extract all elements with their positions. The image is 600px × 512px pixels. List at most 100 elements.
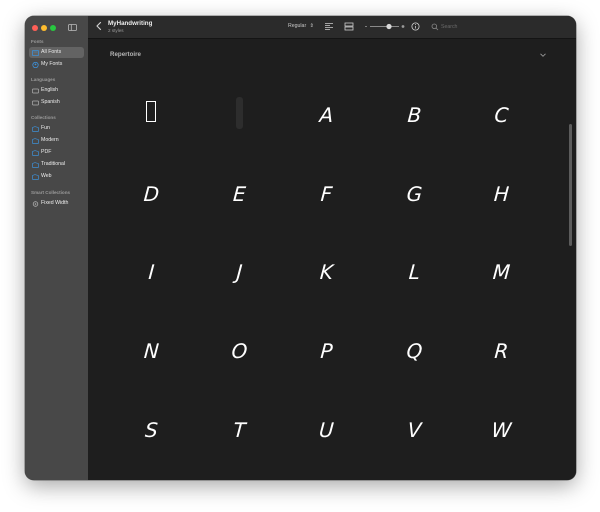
glyph-cell[interactable]: F: [283, 155, 370, 233]
minimize-window-button[interactable]: [41, 25, 47, 31]
sidebar-section-collections: Collections: [31, 115, 56, 120]
glyph-character: H: [493, 181, 511, 206]
font-book-window: Fonts All Fonts My Fonts Languages Engli…: [25, 16, 576, 480]
collection-icon: [32, 149, 39, 156]
toolbar: MyHandwriting 2 styles Regular ⇕: [88, 16, 576, 39]
space-glyph: [235, 97, 243, 129]
glyph-cell[interactable]: S: [108, 391, 195, 469]
glyph-cell[interactable]: A: [283, 76, 370, 154]
glyph-cell[interactable]: J: [196, 233, 283, 311]
keyboard-icon: [32, 100, 39, 105]
sidebar-item-fun[interactable]: Fun: [29, 123, 84, 134]
glyph-grid: A B C D E F G H I J K L M N O P Q R S T U V W: [108, 76, 568, 480]
grid-view-icon[interactable]: [344, 22, 354, 31]
glyph-cell[interactable]: T: [196, 391, 283, 469]
sidebar-item-fixed-width[interactable]: Fixed Width: [29, 198, 84, 209]
font-family-title: MyHandwriting: [108, 20, 153, 27]
keyboard-icon: [32, 88, 39, 93]
glyph-character: J: [235, 260, 243, 285]
collection-icon: [32, 125, 39, 132]
font-styles-count: 2 styles: [108, 28, 124, 33]
gear-icon: [32, 200, 39, 207]
main-content: MyHandwriting 2 styles Regular ⇕ Reperto…: [88, 16, 576, 480]
glyph-character: C: [494, 103, 510, 127]
sidebar-item-modern[interactable]: Modern: [29, 135, 84, 146]
glyph-cell[interactable]: U: [283, 391, 370, 469]
glyph-character: Q: [405, 339, 424, 364]
info-icon[interactable]: [411, 22, 420, 31]
style-select[interactable]: Regular ⇕: [288, 23, 314, 29]
sidebar-item-label: English: [41, 87, 59, 93]
collection-icon: [32, 173, 39, 180]
glyph-cell[interactable]: C: [458, 76, 545, 154]
glyph-character: B: [406, 103, 422, 127]
zoom-window-button[interactable]: [50, 25, 56, 31]
sidebar-section-smart-collections: Smart Collections: [31, 190, 71, 195]
sidebar-section-fonts: Fonts: [31, 39, 44, 44]
glyph-character: U: [318, 417, 335, 442]
sidebar-item-english[interactable]: English: [29, 85, 84, 96]
repertoire-section-title: Repertoire: [110, 51, 141, 58]
close-window-button[interactable]: [32, 25, 38, 31]
sidebar-item-label: My Fonts: [41, 61, 63, 67]
vertical-scrollbar[interactable]: [569, 124, 572, 246]
sidebar-item-pdf[interactable]: PDF: [29, 147, 84, 158]
glyph-cell[interactable]: H: [458, 155, 545, 233]
glyph-character: P: [319, 339, 334, 364]
sidebar-toggle-icon[interactable]: [68, 24, 77, 31]
glyph-cell[interactable]: [108, 76, 195, 154]
glyph-character: I: [147, 260, 156, 285]
glyph-cell[interactable]: Q: [371, 312, 458, 390]
notdef-glyph: [146, 101, 156, 122]
sidebar-section-languages: Languages: [31, 77, 56, 82]
sidebar-item-label: Fun: [41, 125, 50, 131]
glyph-cell[interactable]: G: [371, 155, 458, 233]
glyph-cell[interactable]: R: [458, 312, 545, 390]
sidebar-item-label: Fixed Width: [41, 200, 69, 206]
search-field[interactable]: [431, 22, 511, 32]
glyph-character: L: [407, 260, 421, 285]
glyph-cell[interactable]: M: [458, 233, 545, 311]
user-fonts-icon: [32, 61, 39, 68]
updown-chevron-icon: ⇕: [309, 23, 314, 29]
glyph-cell[interactable]: O: [196, 312, 283, 390]
glyph-cell[interactable]: D: [108, 155, 195, 233]
sidebar-item-label: Traditional: [41, 161, 66, 167]
sidebar-item-spanish[interactable]: Spanish: [29, 97, 84, 108]
glyph-character: A: [319, 103, 335, 127]
glyph-character: K: [319, 260, 335, 285]
sidebar-item-all-fonts[interactable]: All Fonts: [29, 47, 84, 58]
style-select-value: Regular: [288, 23, 307, 29]
sidebar-item-web[interactable]: Web: [29, 171, 84, 182]
sidebar-item-label: PDF: [41, 149, 52, 155]
glyph-character: G: [405, 181, 423, 206]
text-align-icon[interactable]: [324, 22, 334, 31]
search-icon: [431, 23, 439, 31]
glyph-character: M: [492, 260, 512, 285]
glyph-character: W: [491, 417, 513, 442]
sidebar-item-traditional[interactable]: Traditional: [29, 159, 84, 170]
glyph-character: E: [231, 181, 247, 206]
collection-icon: [32, 137, 39, 144]
glyph-cell[interactable]: W: [458, 391, 545, 469]
glyph-cell[interactable]: K: [283, 233, 370, 311]
glyph-character: R: [494, 339, 510, 364]
size-slider[interactable]: [363, 22, 405, 31]
glyph-cell[interactable]: P: [283, 312, 370, 390]
search-input[interactable]: [441, 22, 507, 32]
glyph-cell[interactable]: B: [371, 76, 458, 154]
glyph-cell[interactable]: V: [371, 391, 458, 469]
sidebar: Fonts All Fonts My Fonts Languages Engli…: [25, 16, 88, 480]
glyph-cell[interactable]: [196, 76, 283, 154]
glyph-character: D: [142, 181, 161, 206]
glyph-cell[interactable]: N: [108, 312, 195, 390]
glyph-cell[interactable]: I: [108, 233, 195, 311]
sidebar-item-label: Spanish: [41, 99, 60, 105]
back-chevron-icon[interactable]: [95, 21, 103, 31]
glyph-character: F: [320, 181, 334, 206]
sidebar-item-my-fonts[interactable]: My Fonts: [29, 59, 84, 70]
glyph-cell[interactable]: L: [371, 233, 458, 311]
chevron-down-icon[interactable]: [539, 52, 547, 58]
sidebar-item-label: Web: [41, 173, 52, 179]
glyph-cell[interactable]: E: [196, 155, 283, 233]
